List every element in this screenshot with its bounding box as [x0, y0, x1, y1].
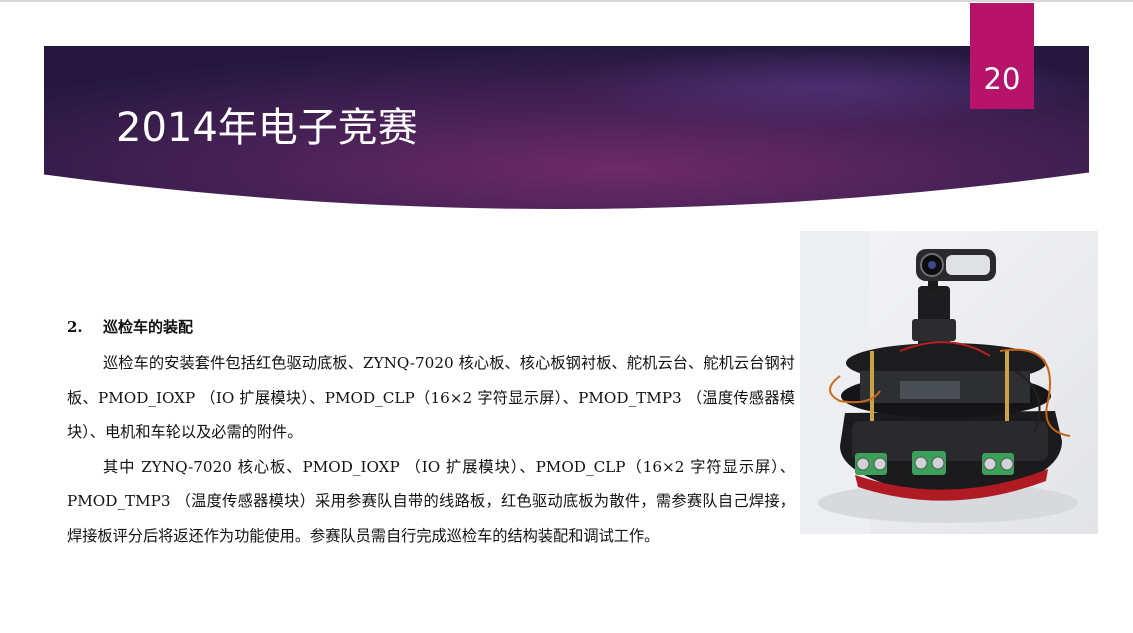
paragraph-kit-contents: 巡检车的安装套件包括红色驱动底板、ZYNQ-7020 核心板、核心板钢衬板、舵机… [67, 354, 795, 441]
section-heading-text: 巡检车的装配 [103, 318, 194, 336]
page-number: 20 [983, 62, 1021, 96]
section-number: 2. [67, 318, 83, 336]
robot-car-photo [800, 231, 1098, 534]
page-number-badge: 20 [970, 3, 1034, 109]
slide-title: 2014年电子竞赛 [116, 105, 418, 151]
slide-body: 2. 巡检车的装配 巡检车的安装套件包括红色驱动底板、ZYNQ-7020 核心板、… [67, 316, 795, 553]
section-heading: 2. 巡检车的装配 [67, 316, 795, 338]
paragraph-assembly-notes: 其中 ZYNQ-7020 核心板、PMOD_IOXP （IO 扩展模块）、PMO… [67, 457, 795, 545]
top-border-line [0, 0, 1133, 2]
